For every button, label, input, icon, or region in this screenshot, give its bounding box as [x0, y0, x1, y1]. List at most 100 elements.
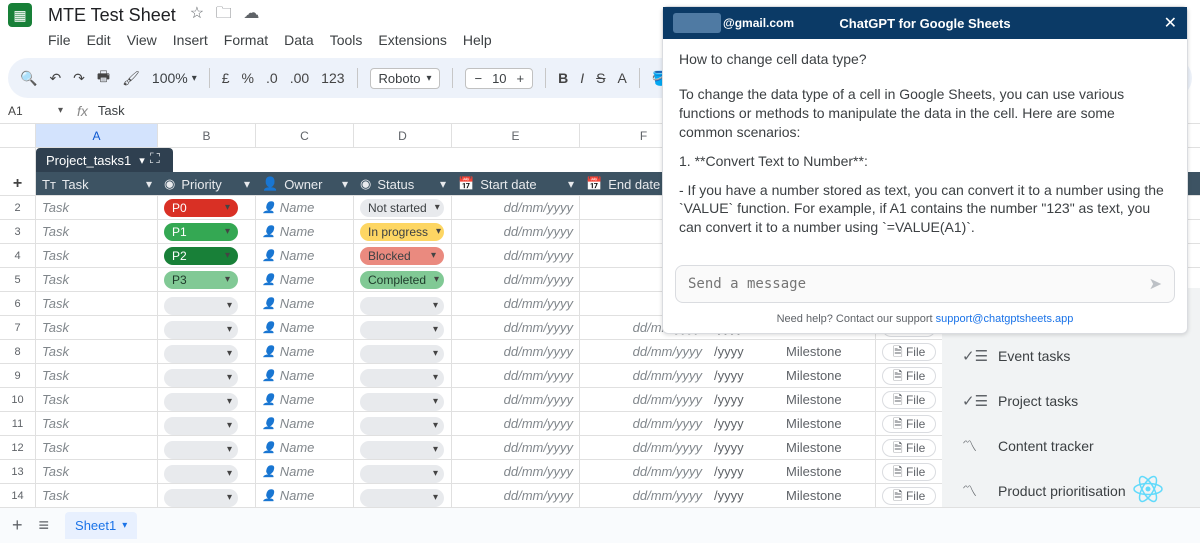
italic-icon[interactable]: I	[580, 70, 584, 86]
widget-project-tasks[interactable]: ✓☰Project tasks	[942, 378, 1200, 423]
row-header[interactable]: 5	[0, 268, 36, 291]
cell-end[interactable]: dd/mm/yyyy	[580, 436, 708, 459]
status-pill[interactable]: In progress▾	[360, 223, 444, 241]
cell-task[interactable]: Task	[36, 460, 158, 483]
plus-icon[interactable]: +	[517, 71, 525, 86]
cell-status[interactable]: ▾	[354, 412, 452, 435]
row-header[interactable]: 8	[0, 340, 36, 363]
status-pill[interactable]: Completed▾	[360, 271, 444, 289]
chat-input[interactable]: ➤	[675, 265, 1175, 303]
cell-task[interactable]: Task	[36, 220, 158, 243]
cell-task[interactable]: Task	[36, 244, 158, 267]
cell-priority[interactable]: P1▾	[158, 220, 256, 243]
react-fab[interactable]	[1130, 471, 1166, 507]
cell-status[interactable]: ▾	[354, 364, 452, 387]
row-header[interactable]: 11	[0, 412, 36, 435]
name-box-drop-icon[interactable]: ▾	[58, 105, 63, 116]
status-pill-empty[interactable]: ▾	[360, 465, 444, 483]
cell-owner[interactable]: 👤Name	[256, 268, 354, 291]
cell-status[interactable]: ▾	[354, 460, 452, 483]
cell-status[interactable]: ▾	[354, 316, 452, 339]
cell-status[interactable]: Not started▾	[354, 196, 452, 219]
cell-owner[interactable]: 👤Name	[256, 484, 354, 507]
search-icon[interactable]: 🔍	[20, 70, 37, 87]
row-header[interactable]: 3	[0, 220, 36, 243]
cell-task[interactable]: Task	[36, 340, 158, 363]
cell-end[interactable]: dd/mm/yyyy	[580, 484, 708, 507]
col-header-a[interactable]: A	[36, 124, 158, 147]
expand-icon[interactable]: ⛶	[150, 150, 160, 167]
paint-format-icon[interactable]: 🖌	[122, 70, 140, 87]
file-chip[interactable]: 🗎 File	[882, 343, 936, 361]
minus-icon[interactable]: −	[474, 71, 482, 86]
cell-start[interactable]: dd/mm/yyyy	[452, 268, 580, 291]
redo-icon[interactable]: ↷	[73, 70, 85, 87]
menu-format[interactable]: Format	[224, 32, 268, 48]
file-chip[interactable]: 🗎 File	[882, 439, 936, 457]
cell-owner[interactable]: 👤Name	[256, 436, 354, 459]
menu-file[interactable]: File	[48, 32, 71, 48]
cell-owner[interactable]: 👤Name	[256, 196, 354, 219]
menu-tools[interactable]: Tools	[330, 32, 363, 48]
priority-pill-empty[interactable]: ▾	[164, 417, 238, 435]
bold-icon[interactable]: B	[558, 70, 568, 86]
th-status[interactable]: ◉Status▾	[354, 172, 452, 196]
strikethrough-icon[interactable]: S	[596, 70, 605, 86]
cell-start[interactable]: dd/mm/yyyy	[452, 388, 580, 411]
cell-start[interactable]: dd/mm/yyyy	[452, 292, 580, 315]
file-chip[interactable]: 🗎 File	[882, 463, 936, 481]
priority-pill-empty[interactable]: ▾	[164, 369, 238, 387]
cell-start[interactable]: dd/mm/yyyy	[452, 244, 580, 267]
file-chip[interactable]: 🗎 File	[882, 367, 936, 385]
increase-decimal-icon[interactable]: .00	[290, 70, 309, 86]
status-pill-empty[interactable]: ▾	[360, 417, 444, 435]
cell-priority[interactable]: P3▾	[158, 268, 256, 291]
currency-icon[interactable]: £	[222, 70, 230, 86]
status-pill-empty[interactable]: ▾	[360, 345, 444, 363]
status-pill-empty[interactable]: ▾	[360, 297, 444, 315]
priority-pill-empty[interactable]: ▾	[164, 489, 238, 507]
cell-start[interactable]: dd/mm/yyyy	[452, 364, 580, 387]
send-icon[interactable]: ➤	[1149, 274, 1162, 294]
add-sheet-button[interactable]: +	[12, 515, 23, 536]
cell-status[interactable]: ▾	[354, 340, 452, 363]
cell-owner[interactable]: 👤Name	[256, 244, 354, 267]
cell-task[interactable]: Task	[36, 268, 158, 291]
close-icon[interactable]: ✕	[1164, 13, 1177, 33]
priority-pill-empty[interactable]: ▾	[164, 345, 238, 363]
cell-priority[interactable]: ▾	[158, 364, 256, 387]
th-start[interactable]: 📅Start date▾	[452, 172, 580, 196]
name-box[interactable]: A1	[8, 104, 58, 118]
cell-priority[interactable]: ▾	[158, 388, 256, 411]
chevron-down-icon[interactable]: ▾	[139, 154, 145, 167]
cell-start[interactable]: dd/mm/yyyy	[452, 340, 580, 363]
row-header[interactable]: 7	[0, 316, 36, 339]
cell-status[interactable]: In progress▾	[354, 220, 452, 243]
col-header-d[interactable]: D	[354, 124, 452, 147]
priority-pill-empty[interactable]: ▾	[164, 297, 238, 315]
cell-status[interactable]: ▾	[354, 388, 452, 411]
cell-start[interactable]: dd/mm/yyyy	[452, 220, 580, 243]
doc-title[interactable]: MTE Test Sheet	[48, 5, 176, 26]
cell-start[interactable]: dd/mm/yyyy	[452, 316, 580, 339]
cell-owner[interactable]: 👤Name	[256, 460, 354, 483]
zoom-select[interactable]: 100%▾	[152, 70, 197, 86]
cell-status[interactable]: ▾	[354, 292, 452, 315]
select-all-corner[interactable]	[0, 124, 36, 147]
priority-pill-empty[interactable]: ▾	[164, 441, 238, 459]
cell-priority[interactable]: ▾	[158, 460, 256, 483]
file-chip[interactable]: 🗎 File	[882, 487, 936, 505]
cell-status[interactable]: ▾	[354, 484, 452, 507]
status-pill-empty[interactable]: ▾	[360, 393, 444, 411]
cell-task[interactable]: Task	[36, 364, 158, 387]
cell-task[interactable]: Task	[36, 436, 158, 459]
cell-end[interactable]: dd/mm/yyyy	[580, 340, 708, 363]
menu-data[interactable]: Data	[284, 32, 314, 48]
cell-priority[interactable]: ▾	[158, 316, 256, 339]
file-chip[interactable]: 🗎 File	[882, 391, 936, 409]
cell-task[interactable]: Task	[36, 388, 158, 411]
priority-pill[interactable]: P0▾	[164, 199, 238, 217]
cell-owner[interactable]: 👤Name	[256, 292, 354, 315]
row-header[interactable]: 10	[0, 388, 36, 411]
file-chip[interactable]: 🗎 File	[882, 415, 936, 433]
